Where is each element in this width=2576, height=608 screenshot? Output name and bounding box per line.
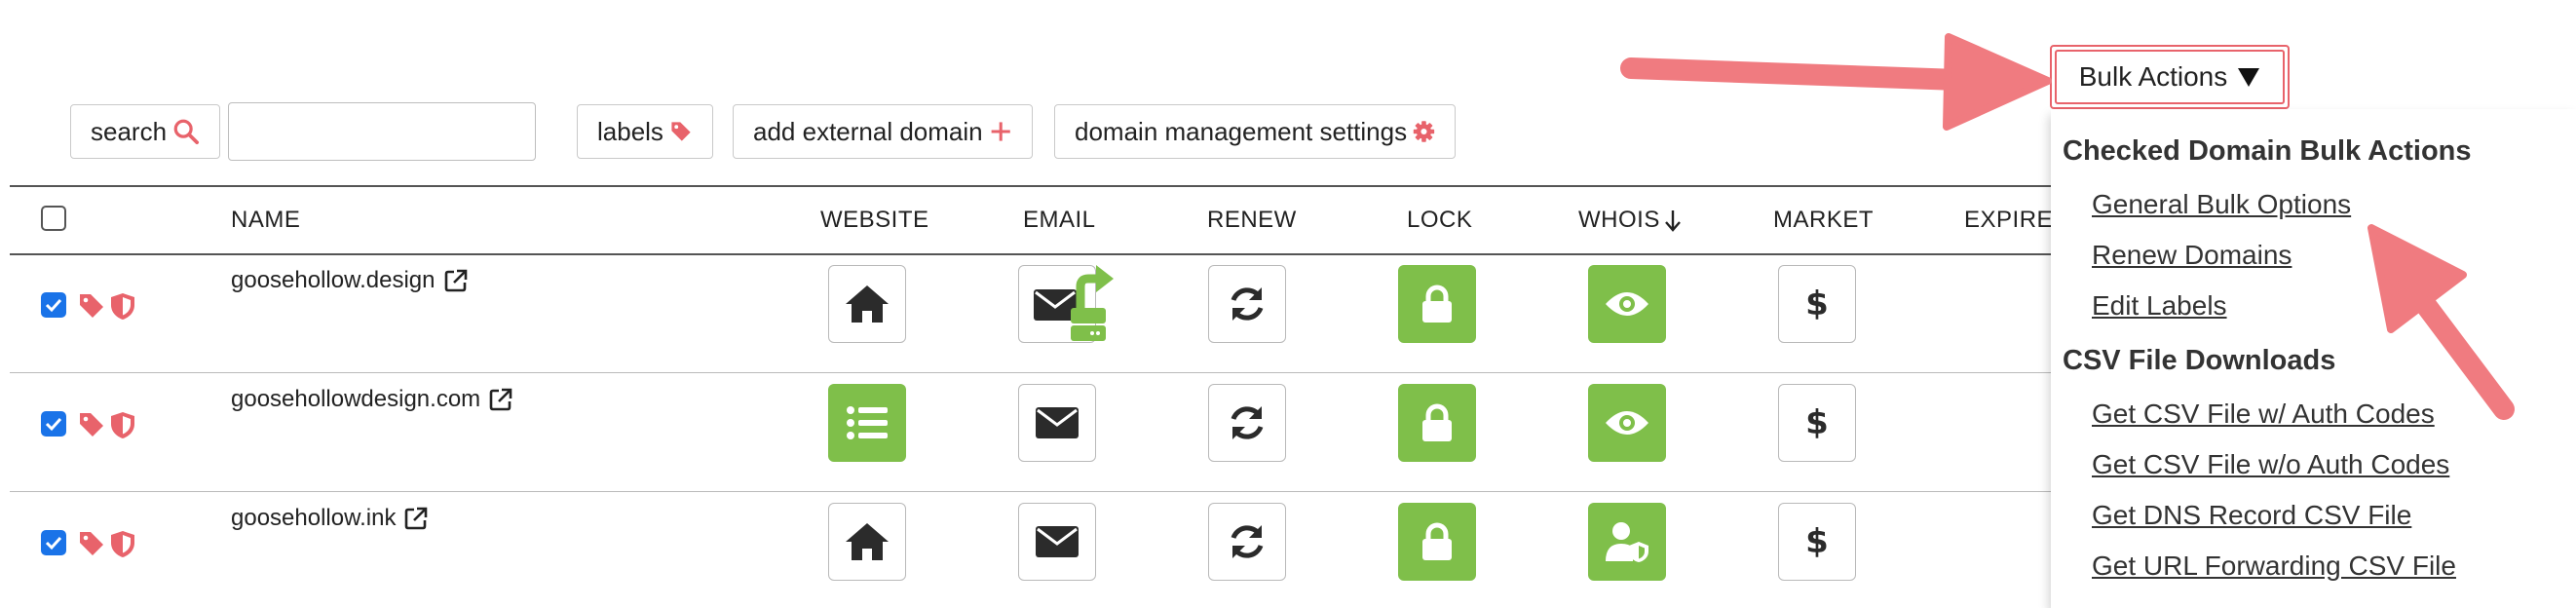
column-header-lock[interactable]: LOCK [1407,207,1472,234]
tag-icon [671,122,691,141]
renew-button[interactable] [1208,503,1286,581]
renew-domains-link[interactable]: Renew Domains [2092,240,2292,271]
search-button-label: search [91,116,168,146]
column-header-whois[interactable]: WHOIS [1578,207,1682,234]
market-button[interactable]: $ [1778,384,1856,462]
add-external-domain-button[interactable]: add external domain [733,104,1033,159]
lock-icon [1422,403,1452,441]
renew-button[interactable] [1208,384,1286,462]
dollar-icon: $ [1805,522,1829,561]
tag-icon[interactable] [78,411,105,438]
svg-text:$: $ [1805,285,1829,323]
annotation-arrow [1620,33,2052,131]
whois-button[interactable] [1588,384,1666,462]
market-button[interactable]: $ [1778,503,1856,581]
dollar-icon: $ [1805,285,1829,323]
domain-name[interactable]: goosehollow.ink [231,505,429,532]
mail-icon [1036,526,1079,557]
url-forwarding-csv-link[interactable]: Get URL Forwarding CSV File [2092,551,2456,582]
column-header-market[interactable]: MARKET [1773,207,1874,234]
lock-button[interactable] [1398,265,1476,343]
shield-icon[interactable] [109,410,136,439]
whois-button[interactable] [1588,503,1666,581]
lock-button[interactable] [1398,503,1476,581]
bulk-actions-button[interactable]: Bulk Actions [2050,45,2290,109]
external-link-icon [405,507,428,530]
external-link-icon [444,269,467,292]
email-button[interactable] [1018,384,1096,462]
annotation-arrow [2368,224,2515,420]
sync-icon [1231,525,1264,558]
gear-icon [1413,121,1435,142]
row-checkbox[interactable] [41,411,66,437]
sort-down-arrow-icon [1664,210,1681,232]
email-button[interactable] [1018,503,1096,581]
search-icon [173,119,200,145]
dollar-icon: $ [1805,403,1829,442]
dns-record-csv-link[interactable]: Get DNS Record CSV File [2092,500,2411,531]
domain-name-label: goosehollowdesign.com [231,386,481,412]
column-header-whois-label: WHOIS [1578,207,1660,233]
svg-text:$: $ [1805,522,1829,561]
website-button[interactable] [828,384,906,462]
tag-icon[interactable] [78,530,105,557]
renew-button[interactable] [1208,265,1286,343]
add-external-domain-label: add external domain [753,116,983,146]
domain-name-label: goosehollow.ink [231,505,397,531]
domain-name-label: goosehollow.design [231,267,436,293]
caret-down-icon [2238,68,2260,87]
mail-forwarding-server-icon[interactable] [1067,261,1116,347]
shield-icon[interactable] [109,529,136,558]
edit-labels-link[interactable]: Edit Labels [2092,290,2227,322]
labels-button[interactable]: labels [577,104,713,159]
sync-icon [1231,287,1264,321]
domain-management-settings-label: domain management settings [1075,116,1408,146]
row-checkbox[interactable] [41,292,66,318]
labels-button-label: labels [597,116,663,146]
select-all-checkbox[interactable] [41,206,66,231]
lock-button[interactable] [1398,384,1476,462]
general-bulk-options-link[interactable]: General Bulk Options [2092,189,2351,220]
external-link-icon [489,388,512,411]
table-top-border [10,185,2061,187]
home-icon [846,285,889,323]
csv-without-auth-codes-link[interactable]: Get CSV File w/o Auth Codes [2092,449,2449,480]
home-icon [846,523,889,560]
tag-icon[interactable] [78,292,105,320]
svg-text:$: $ [1805,403,1829,442]
row-divider [10,491,2061,492]
mail-icon [1036,407,1079,438]
market-button[interactable]: $ [1778,265,1856,343]
column-header-renew[interactable]: RENEW [1207,207,1297,234]
sync-icon [1231,406,1264,439]
checked-bulk-actions-heading: Checked Domain Bulk Actions [2063,135,2472,167]
user-shield-icon [1606,522,1648,562]
column-header-email[interactable]: EMAIL [1023,207,1096,234]
plus-icon [991,122,1010,141]
whois-button[interactable] [1588,265,1666,343]
list-icon [847,406,888,439]
table-header-border [10,253,2061,255]
column-header-website[interactable]: WEBSITE [820,207,929,234]
csv-downloads-heading: CSV File Downloads [2063,345,2336,376]
domain-management-settings-button[interactable]: domain management settings [1054,104,1456,159]
domain-name[interactable]: goosehollowdesign.com [231,386,513,413]
eye-icon [1606,411,1648,435]
domain-name[interactable]: goosehollow.design [231,267,469,294]
row-divider [10,372,2061,373]
website-button[interactable] [828,265,906,343]
eye-icon [1606,292,1648,316]
column-header-name[interactable]: NAME [231,207,300,234]
bulk-actions-label: Bulk Actions [2078,61,2228,92]
website-button[interactable] [828,503,906,581]
lock-icon [1422,285,1452,323]
shield-icon[interactable] [109,291,136,321]
search-button[interactable]: search [70,104,220,159]
search-input[interactable] [228,102,536,161]
lock-icon [1422,522,1452,560]
row-checkbox[interactable] [41,530,66,555]
